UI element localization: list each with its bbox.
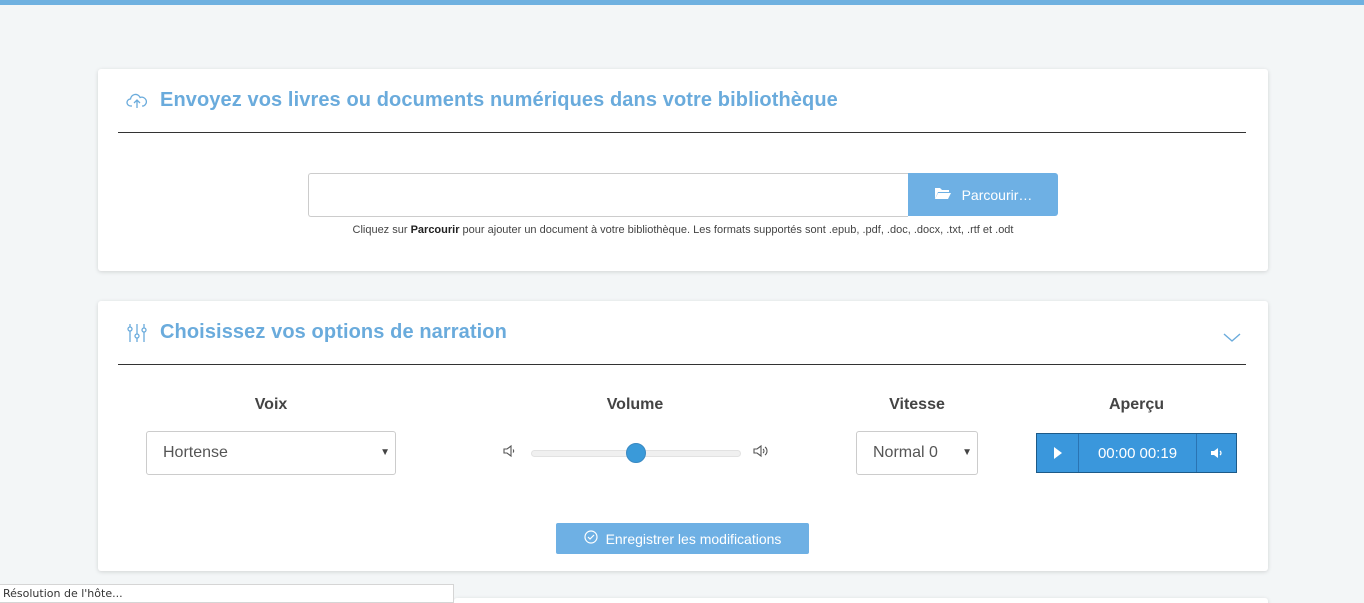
caret-down-icon: ▼ xyxy=(380,447,390,458)
caret-down-icon: ▼ xyxy=(962,447,972,458)
options-title: Choisissez vos options de narration xyxy=(160,321,507,343)
speed-label: Vitesse xyxy=(889,396,945,413)
chevron-down-icon[interactable] xyxy=(1222,329,1242,343)
help-bold: Parcourir xyxy=(410,224,460,236)
audio-preview-player: 00:00 00:19 xyxy=(1036,433,1237,473)
narration-options-card: Choisissez vos options de narration Voix… xyxy=(98,301,1268,571)
volume-label: Volume xyxy=(606,396,664,413)
browse-button[interactable]: Parcourir… xyxy=(908,173,1058,216)
top-accent-bar xyxy=(0,0,1364,5)
help-prefix: Cliquez sur xyxy=(352,224,411,236)
upload-card-header: Envoyez vos livres ou documents numériqu… xyxy=(118,69,1246,133)
speed-select-value: Normal 0 xyxy=(873,444,938,461)
options-card-header[interactable]: Choisissez vos options de narration xyxy=(118,301,1246,365)
speaker-icon xyxy=(1210,448,1222,458)
voice-label: Voix xyxy=(254,396,288,413)
sliders-icon xyxy=(126,322,148,344)
mute-button[interactable] xyxy=(1196,434,1236,472)
player-time: 00:00 00:19 xyxy=(1079,434,1196,472)
player-current-time: 00:00 xyxy=(1097,444,1136,462)
upload-help-text: Cliquez sur Parcourir pour ajouter un do… xyxy=(98,224,1268,236)
folder-open-icon xyxy=(934,186,952,203)
voice-select-value: Hortense xyxy=(163,444,228,461)
next-card xyxy=(454,598,1268,603)
check-circle-icon xyxy=(583,530,598,547)
speed-select[interactable]: Normal 0 ▼ xyxy=(856,431,978,475)
browse-button-label: Parcourir… xyxy=(961,186,1033,203)
volume-slider-thumb[interactable] xyxy=(626,443,646,463)
save-changes-button[interactable]: Enregistrer les modifications xyxy=(556,523,809,554)
file-path-input[interactable] xyxy=(308,173,908,217)
browser-status-bar: Résolution de l'hôte... xyxy=(0,584,454,603)
player-duration: 00:19 xyxy=(1139,444,1178,462)
save-button-label: Enregistrer les modifications xyxy=(605,530,782,547)
play-icon xyxy=(1053,447,1062,459)
volume-low-icon xyxy=(502,443,520,461)
file-picker: Parcourir… xyxy=(308,173,1058,217)
cloud-upload-icon xyxy=(126,90,148,112)
preview-label: Aperçu xyxy=(1108,396,1165,413)
play-button[interactable] xyxy=(1037,434,1079,472)
help-suffix: pour ajouter un document à votre bibliot… xyxy=(459,224,1014,236)
voice-select[interactable]: Hortense ▼ xyxy=(146,431,396,475)
upload-title: Envoyez vos livres ou documents numériqu… xyxy=(160,89,838,111)
volume-high-icon xyxy=(752,443,770,461)
upload-card: Envoyez vos livres ou documents numériqu… xyxy=(98,69,1268,271)
